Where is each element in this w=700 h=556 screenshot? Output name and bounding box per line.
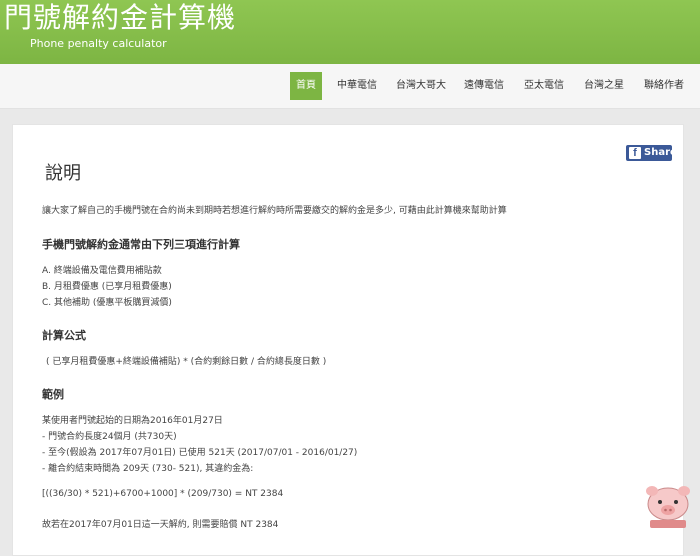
site-title[interactable]: 門號解約金計算機 <box>4 0 236 36</box>
nav-home[interactable]: 首頁 <box>290 72 322 100</box>
example-line: - 離合約結束時間為 209天 (730- 521), 其違約金為: <box>42 464 254 474</box>
example-line: 某使用者門號起始的日期為2016年01月27日 <box>42 416 223 426</box>
section-heading-example: 範例 <box>42 388 64 401</box>
share-label: Share <box>644 147 677 158</box>
list-item: A. 終端設備及電信費用補貼款 <box>42 266 162 276</box>
formula-text: ( 已享月租費優惠+終端設備補貼) * (合約剩餘日數 / 合約總長度日數 ) <box>46 357 327 367</box>
intro-text: 讓大家了解自己的手機門號在合約尚未到期時若想進行解約時所需要繳交的解約金是多少,… <box>42 206 507 216</box>
facebook-icon: f <box>629 147 641 159</box>
content-card: f Share 說明 讓大家了解自己的手機門號在合約尚未到期時若想進行解約時所需… <box>12 124 684 556</box>
pig-mascot-icon <box>646 486 690 528</box>
example-conclusion: 故若在2017年07月01日這一天解約, 則需要賠償 NT 2384 <box>42 520 279 530</box>
section-heading-formula: 計算公式 <box>42 329 86 342</box>
nav-taiwan-mobile[interactable]: 台灣大哥大 <box>390 72 452 100</box>
nav-aptg[interactable]: 亞太電信 <box>519 72 569 100</box>
nav-contact[interactable]: 聯絡作者 <box>638 72 690 100</box>
example-line: - 門號合約長度24個月 (共730天) <box>42 432 177 442</box>
site-subtitle: Phone penalty calculator <box>30 37 167 50</box>
example-line: - 至今(假設為 2017年07月01日) 已使用 521天 (2017/07/… <box>42 448 358 458</box>
nav-taiwan-star[interactable]: 台灣之星 <box>579 72 629 100</box>
list-item: B. 月租費優惠 (已享月租費優惠) <box>42 282 172 292</box>
section-heading-components: 手機門號解約金通常由下列三項進行計算 <box>42 238 240 251</box>
nav-chunghwa[interactable]: 中華電信 <box>332 72 382 100</box>
main-nav: 首頁 中華電信 台灣大哥大 遠傳電信 亞太電信 台灣之星 聯絡作者 <box>0 64 700 109</box>
site-header: 門號解約金計算機 Phone penalty calculator <box>0 0 700 64</box>
nav-fareastone[interactable]: 遠傳電信 <box>459 72 509 100</box>
example-calculation: [((36/30) * 521)+6700+1000] * (209/730) … <box>42 489 284 499</box>
page-title: 說明 <box>45 163 81 184</box>
facebook-share-button[interactable]: f Share <box>626 145 677 161</box>
list-item: C. 其他補助 (優惠平板購買減價) <box>42 298 172 308</box>
